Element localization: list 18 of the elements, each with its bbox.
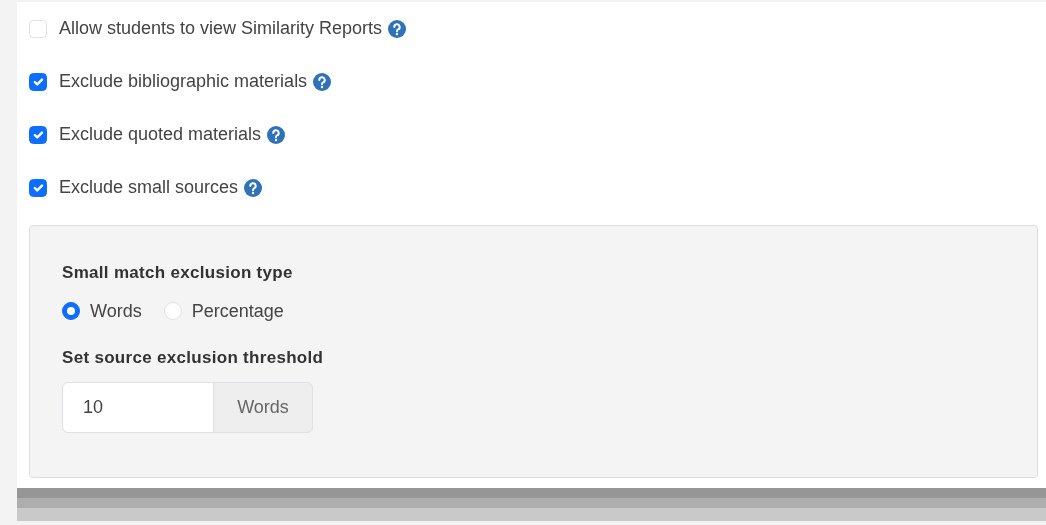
radio-button[interactable]	[62, 302, 80, 320]
radio-label: Words	[90, 299, 142, 323]
option-label: Exclude bibliographic materials	[59, 70, 308, 93]
option-label: Exclude small sources	[59, 176, 239, 199]
help-icon[interactable]	[267, 125, 286, 144]
threshold-field[interactable]: 10	[62, 382, 214, 433]
option-label: Allow students to view Similarity Reports	[59, 17, 383, 40]
checkbox[interactable]	[29, 72, 47, 91]
unit-label: Words	[213, 382, 313, 433]
section-heading: Set source exclusion threshold	[62, 346, 325, 369]
help-icon[interactable]	[313, 72, 332, 91]
section-heading: Small match exclusion type	[62, 262, 294, 284]
checkbox[interactable]	[29, 178, 47, 197]
radio-label: Percentage	[191, 299, 284, 323]
help-icon[interactable]	[388, 19, 407, 38]
option-label: Exclude quoted materials	[59, 123, 262, 146]
checkbox[interactable]	[29, 125, 47, 144]
help-icon[interactable]	[244, 178, 263, 197]
